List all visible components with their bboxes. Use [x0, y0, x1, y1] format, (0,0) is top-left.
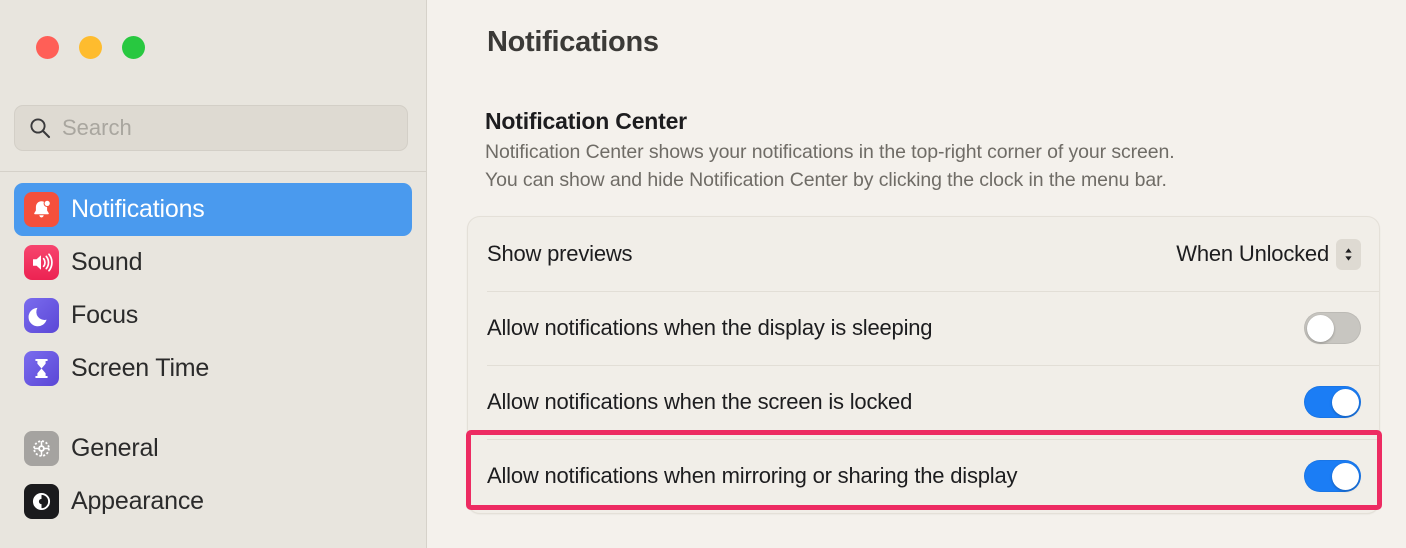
- sidebar-item-notifications[interactable]: Notifications: [14, 183, 412, 236]
- section-header: Notification Center Notification Center …: [485, 108, 1386, 194]
- section-description-line-2: You can show and hide Notification Cente…: [485, 168, 1167, 191]
- show-previews-popup-button[interactable]: When Unlocked: [1176, 238, 1361, 270]
- row-label: Show previews: [487, 241, 633, 266]
- sidebar: Notifications Sound: [0, 0, 427, 548]
- row-label: Allow notifications when mirroring or sh…: [487, 463, 1018, 488]
- toggle-knob: [1306, 314, 1334, 342]
- sidebar-group-separator: [14, 395, 412, 422]
- page-title: Notifications: [487, 26, 659, 58]
- appearance-icon: [24, 484, 59, 519]
- chevron-up-down-icon[interactable]: [1336, 238, 1361, 270]
- row-label: Allow notifications when the display is …: [487, 315, 933, 340]
- sidebar-item-label: General: [71, 434, 159, 462]
- search-input[interactable]: [62, 115, 393, 141]
- sidebar-item-label: Appearance: [71, 487, 204, 515]
- sidebar-item-screen-time[interactable]: Screen Time: [14, 342, 412, 395]
- section-title: Notification Center: [485, 108, 687, 134]
- sidebar-item-label: Screen Time: [71, 354, 210, 382]
- screen-time-icon: [24, 351, 59, 386]
- sidebar-item-focus[interactable]: Focus: [14, 289, 412, 342]
- maximize-button[interactable]: [122, 36, 145, 59]
- sidebar-item-label: Notifications: [71, 195, 205, 223]
- system-settings-window: Notifications Sound: [0, 0, 1406, 548]
- minimize-button[interactable]: [79, 36, 102, 59]
- toggle-knob: [1331, 462, 1359, 490]
- general-icon: [24, 431, 59, 466]
- row-allow-when-screen-locked[interactable]: Allow notifications when the screen is l…: [468, 365, 1379, 439]
- row-allow-when-display-sleeping[interactable]: Allow notifications when the display is …: [468, 291, 1379, 365]
- sidebar-item-general[interactable]: General: [14, 422, 412, 475]
- section-description-line-1: Notification Center shows your notificat…: [485, 141, 1175, 163]
- sidebar-item-label: Focus: [71, 301, 139, 329]
- sidebar-nav: Notifications Sound Focus Screen Time Ge…: [0, 183, 426, 528]
- display-sleeping-toggle[interactable]: [1304, 312, 1361, 344]
- sidebar-item-appearance[interactable]: Appearance: [14, 475, 412, 528]
- focus-icon: [24, 298, 59, 333]
- main-content: Notifications Notification Center Notifi…: [427, 0, 1406, 548]
- sound-icon: [24, 245, 59, 280]
- row-label: Allow notifications when the screen is l…: [487, 389, 913, 414]
- mirroring-sharing-toggle[interactable]: [1304, 460, 1361, 492]
- close-button[interactable]: [36, 36, 59, 59]
- search-icon: [29, 117, 51, 139]
- popup-button-value: When Unlocked: [1176, 241, 1329, 266]
- sidebar-item-sound[interactable]: Sound: [14, 236, 412, 289]
- search-box[interactable]: [14, 105, 408, 151]
- row-allow-when-mirroring-or-sharing[interactable]: Allow notifications when mirroring or sh…: [468, 439, 1379, 513]
- search-container: [14, 105, 408, 151]
- toggle-knob: [1331, 388, 1359, 416]
- window-traffic-lights: [36, 36, 145, 59]
- settings-card: Show previews When Unlocked Allow notifi…: [467, 216, 1380, 514]
- screen-locked-toggle[interactable]: [1304, 386, 1361, 418]
- sidebar-item-label: Sound: [71, 248, 143, 276]
- sidebar-divider: [0, 171, 426, 172]
- notifications-icon: [24, 192, 59, 227]
- row-show-previews[interactable]: Show previews When Unlocked: [468, 217, 1379, 291]
